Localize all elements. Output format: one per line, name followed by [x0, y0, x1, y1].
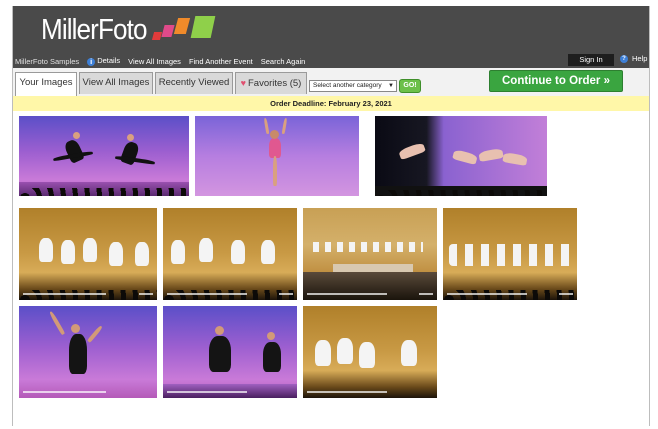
- tab-view-all-images[interactable]: View All Images: [79, 72, 153, 94]
- tab-bar: Your Images View All Images Recently Vie…: [13, 68, 649, 96]
- photo-thumbnail[interactable]: [19, 208, 157, 300]
- continue-to-order-button[interactable]: Continue to Order »: [489, 70, 623, 92]
- nav-find-another-event[interactable]: Find Another Event: [189, 57, 253, 66]
- go-button[interactable]: GO!: [399, 79, 421, 93]
- logo-swatch-icon: [161, 25, 175, 37]
- tab-your-images[interactable]: Your Images: [15, 72, 77, 96]
- photo-thumbnail[interactable]: [443, 208, 577, 300]
- millerfoto-logo[interactable]: MillerFoto: [41, 14, 231, 48]
- logo-swatch-icon: [190, 16, 216, 38]
- photo-thumbnail[interactable]: [303, 208, 437, 300]
- photo-thumbnail[interactable]: [163, 306, 297, 398]
- help-link[interactable]: ? Help: [620, 54, 647, 63]
- page-frame: MillerFoto MillerFoto Samples i Details V…: [12, 6, 650, 426]
- logo-swatch-icon: [173, 18, 191, 34]
- help-icon: ?: [620, 54, 628, 63]
- photo-thumbnail[interactable]: [375, 116, 547, 196]
- photo-thumbnail[interactable]: [303, 306, 437, 398]
- nav-brand[interactable]: MillerFoto Samples: [15, 57, 79, 66]
- nav-view-all-images[interactable]: View All Images: [128, 57, 181, 66]
- photo-thumbnail[interactable]: [19, 306, 157, 398]
- photo-thumbnail[interactable]: [195, 116, 359, 196]
- site-header: MillerFoto MillerFoto Samples i Details V…: [13, 6, 649, 68]
- nav-search-again[interactable]: Search Again: [261, 57, 306, 66]
- logo-text: MillerFoto: [41, 14, 147, 46]
- chevron-down-icon: ▼: [388, 83, 394, 89]
- sign-in-button[interactable]: Sign In: [568, 54, 614, 66]
- category-select[interactable]: Select another category ▼: [309, 80, 397, 92]
- nav-details[interactable]: i Details: [87, 56, 120, 66]
- photo-thumbnail[interactable]: [163, 208, 297, 300]
- tab-favorites[interactable]: ♥ Favorites (5): [235, 72, 307, 94]
- tab-recently-viewed[interactable]: Recently Viewed: [155, 72, 233, 94]
- info-icon: i: [87, 57, 96, 66]
- heart-icon: ♥: [240, 78, 246, 88]
- photo-thumbnail[interactable]: [19, 116, 189, 196]
- top-nav: MillerFoto Samples i Details View All Ima…: [15, 55, 305, 67]
- order-deadline-banner: Order Deadline: February 23, 2021: [13, 96, 649, 111]
